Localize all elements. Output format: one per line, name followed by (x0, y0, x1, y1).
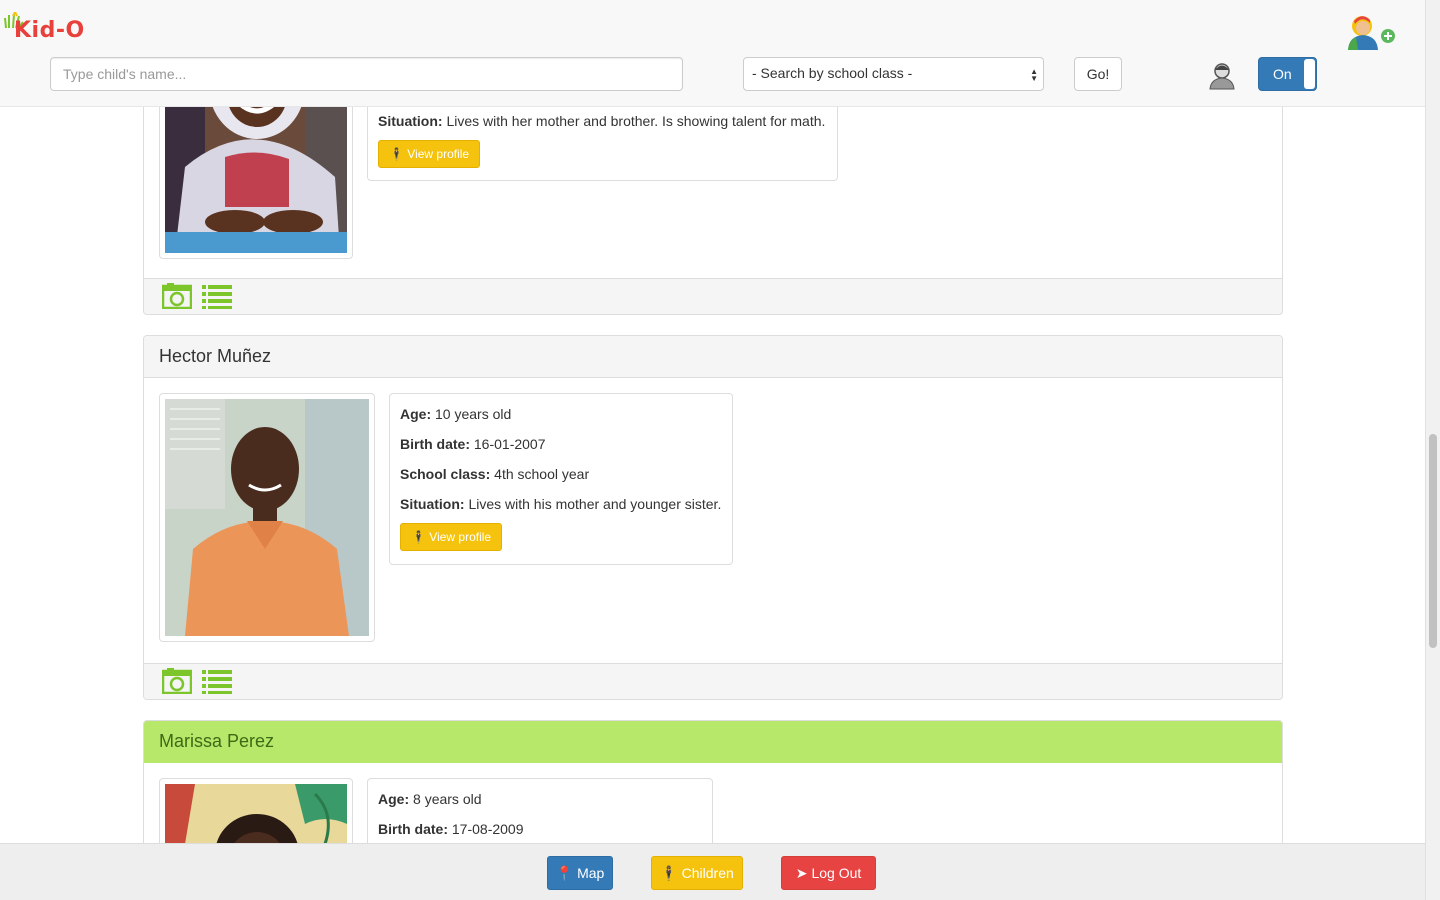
list-icon[interactable] (202, 283, 232, 309)
camera-icon[interactable] (162, 668, 192, 694)
child-photo-frame (159, 393, 375, 642)
age-line: Age: 10 years old (400, 406, 512, 422)
child-icon: 🕴 (389, 147, 404, 161)
children-list: Situation: Lives with her mother and bro… (0, 0, 1425, 900)
child-name-search-input[interactable] (50, 57, 683, 91)
user-avatar-icon[interactable] (1207, 60, 1237, 90)
view-profile-button[interactable]: 🕴 View profile (400, 523, 503, 551)
toggle-label: On (1273, 66, 1292, 82)
children-button[interactable]: 🕴 Children (651, 856, 743, 890)
age-line: Age: 8 years old (378, 791, 482, 807)
logo-text: Kid-O (14, 18, 85, 43)
bottom-navbar: 📍 Map 🕴 Children ➤ Log Out (0, 843, 1425, 900)
top-navbar: Kid-O - Search by school class - ▲▼ Go! … (0, 0, 1425, 107)
add-child-icon[interactable] (1346, 14, 1396, 50)
child-panel: Hector Muñez Age: 10 years old Birth dat… (143, 335, 1283, 700)
panel-footer (144, 278, 1282, 314)
panel-footer (144, 663, 1282, 699)
child-info-box: Age: 10 years old Birth date: 16-01-2007… (389, 393, 733, 565)
select-arrows-icon: ▲ ▼ (1030, 67, 1038, 83)
school-class-select-value: - Search by school class - (752, 65, 913, 81)
on-off-toggle[interactable]: On (1258, 57, 1317, 91)
child-name-heading[interactable]: Marissa Perez (144, 721, 1282, 763)
toggle-handle (1304, 59, 1315, 89)
child-name-heading[interactable]: Hector Muñez (144, 336, 1282, 378)
child-photo (165, 399, 369, 636)
go-button[interactable]: Go! (1074, 57, 1122, 91)
birth-date-line: Birth date: 16-01-2007 (400, 436, 546, 452)
situation-line: Situation: Lives with her mother and bro… (378, 113, 826, 129)
view-profile-button[interactable]: 🕴 View profile (378, 140, 481, 168)
child-icon: 🕴 (660, 864, 678, 881)
scrollbar-thumb[interactable] (1429, 434, 1437, 648)
school-class-line: School class: 4th school year (400, 466, 590, 482)
page-scrollbar[interactable] (1425, 0, 1440, 900)
child-icon: 🕴 (411, 530, 426, 544)
school-class-select[interactable]: - Search by school class - ▲ ▼ (743, 57, 1044, 91)
logout-button[interactable]: ➤ Log Out (781, 856, 876, 890)
map-marker-icon: 📍 (555, 864, 574, 881)
camera-icon[interactable] (162, 283, 192, 309)
situation-line: Situation: Lives with his mother and you… (400, 496, 722, 512)
list-icon[interactable] (202, 668, 232, 694)
send-icon: ➤ (795, 864, 808, 881)
birth-date-line: Birth date: 17-08-2009 (378, 821, 524, 837)
map-button[interactable]: 📍 Map (547, 856, 613, 890)
